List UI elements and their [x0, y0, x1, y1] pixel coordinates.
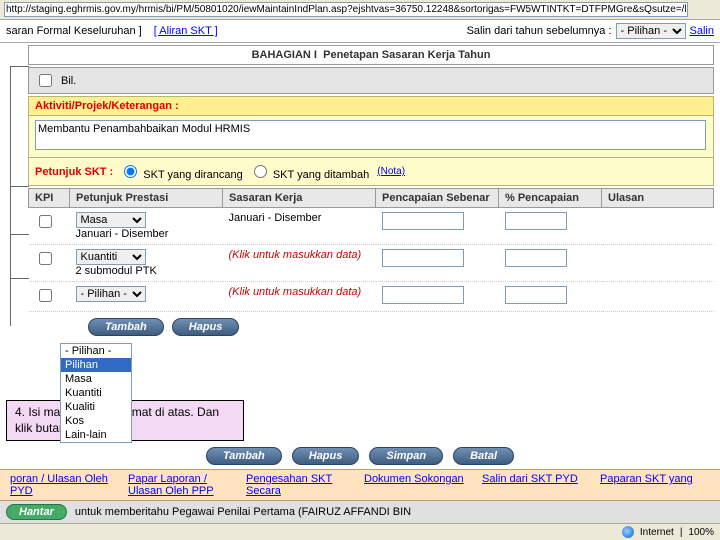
radio-dirancang-label: SKT yang dirancang — [143, 169, 242, 181]
radio-ditambah-label: SKT yang ditambah — [273, 169, 369, 181]
bottom-button-row: Tambah Hapus Simpan Batal — [0, 443, 720, 469]
table-row: - Pilihan - (Klik untuk masukkan data) — [29, 282, 714, 312]
activity-box: Aktiviti/Projek/Keterangan : Membantu Pe… — [28, 96, 714, 186]
nota-link[interactable]: (Nota) — [377, 166, 405, 177]
link-row: poran / Ulasan Oleh PYD Papar Laporan / … — [0, 469, 720, 501]
row1-kpi-select[interactable]: Masa — [76, 212, 146, 228]
row2-pencapaian-input[interactable] — [382, 249, 464, 267]
link-pengesahan[interactable]: Pengesahan SKT Secara — [246, 473, 332, 497]
row2-kpi-select[interactable]: Kuantiti — [76, 249, 146, 265]
activity-header: Aktiviti/Projek/Keterangan : — [29, 97, 713, 116]
tambah-button[interactable]: Tambah — [88, 318, 164, 336]
dd-opt[interactable]: - Pilihan - — [61, 344, 131, 358]
status-bar: Internet | 100% — [0, 523, 720, 540]
globe-icon — [622, 526, 634, 538]
col-sasaran: Sasaran Kerja — [223, 189, 376, 208]
row1-sasaran: Januari - Disember — [223, 208, 376, 245]
row3-hint[interactable]: (Klik untuk masukkan data) — [229, 286, 362, 298]
hantar-button[interactable]: Hantar — [6, 504, 67, 520]
link-ulasan-pyd[interactable]: poran / Ulasan Oleh PYD — [10, 473, 108, 497]
hapus-button[interactable]: Hapus — [172, 318, 240, 336]
tree-connector — [10, 66, 29, 326]
salin-link[interactable]: Salin — [690, 25, 714, 37]
row2-sub: 2 submodul PTK — [76, 265, 157, 277]
dd-opt[interactable]: Kos — [61, 414, 131, 428]
year-select[interactable]: - Pilihan - — [616, 23, 686, 39]
main-content: Bil. Aktiviti/Projek/Keterangan : Memban… — [0, 67, 720, 336]
row1-sub: Januari - Disember — [76, 228, 169, 240]
row2-checkbox[interactable] — [39, 252, 52, 265]
hapus-button-2[interactable]: Hapus — [292, 447, 360, 465]
link-salin-pyd[interactable]: Salin dari SKT PYD — [482, 473, 578, 485]
bil-label: Bil. — [61, 75, 76, 87]
status-zoom: 100% — [688, 527, 714, 538]
row1-pencapaian-input[interactable] — [382, 212, 464, 230]
address-bar — [0, 0, 720, 20]
radio-ditambah[interactable] — [254, 165, 267, 178]
kpi-dropdown-open[interactable]: - Pilihan - Pilihan Masa Kuantiti Kualit… — [60, 343, 132, 443]
url-input[interactable] — [4, 2, 688, 17]
radio-dirancang[interactable] — [124, 165, 137, 178]
simpan-button[interactable]: Simpan — [369, 447, 443, 465]
copy-year-label: Salin dari tahun sebelumnya : — [467, 25, 612, 37]
row3-kpi-select[interactable]: - Pilihan - — [76, 286, 146, 302]
notify-msg: untuk memberitahu Pegawai Penilai Pertam… — [75, 506, 411, 518]
bil-row: Bil. — [28, 67, 714, 94]
row2-peratus-input[interactable] — [505, 249, 567, 267]
batal-button[interactable]: Batal — [453, 447, 514, 465]
aliran-skt-link[interactable]: [ Aliran SKT ] — [154, 25, 218, 37]
section-part: BAHAGIAN I — [252, 49, 317, 61]
dd-opt[interactable]: Kuantiti — [61, 386, 131, 400]
link-dokumen[interactable]: Dokumen Sokongan — [364, 473, 464, 485]
inner-button-row: Tambah Hapus — [88, 318, 714, 336]
dd-opt-selected[interactable]: Pilihan — [61, 358, 131, 372]
status-internet: Internet — [640, 527, 674, 538]
table-row: Kuantiti 2 submodul PTK (Klik untuk masu… — [29, 245, 714, 282]
link-ulasan-ppp[interactable]: Papar Laporan / Ulasan Oleh PPP — [128, 473, 214, 497]
row1-peratus-input[interactable] — [505, 212, 567, 230]
col-pencapaian: Pencapaian Sebenar — [376, 189, 499, 208]
dd-opt[interactable]: Lain-lain — [61, 428, 131, 442]
col-kpi: KPI — [29, 189, 70, 208]
petunjuk-label: Petunjuk SKT : — [35, 166, 113, 178]
row2-hint[interactable]: (Klik untuk masukkan data) — [229, 249, 362, 261]
dd-opt[interactable]: Kualiti — [61, 400, 131, 414]
row3-peratus-input[interactable] — [505, 286, 567, 304]
kpi-table: KPI Petunjuk Prestasi Sasaran Kerja Penc… — [28, 188, 714, 312]
tambah-button-2[interactable]: Tambah — [206, 447, 282, 465]
bil-checkbox[interactable] — [39, 74, 52, 87]
col-ulasan: Ulasan — [602, 189, 714, 208]
table-row: Masa Januari - Disember Januari - Disemb… — [29, 208, 714, 245]
row3-pencapaian-input[interactable] — [382, 286, 464, 304]
row3-checkbox[interactable] — [39, 289, 52, 302]
activity-textarea[interactable]: Membantu Penambahbaikan Modul HRMIS — [35, 120, 706, 150]
top-toolbar: saran Formal Keseluruhan ] [ Aliran SKT … — [0, 20, 720, 43]
section-header: BAHAGIAN I Penetapan Sasaran Kerja Tahun — [28, 45, 714, 65]
bottom-section: Tambah Hapus Simpan Batal poran / Ulasan… — [0, 443, 720, 540]
col-petunjuk: Petunjuk Prestasi — [70, 189, 223, 208]
link-paparan-skt[interactable]: Paparan SKT yang — [600, 473, 693, 485]
notify-bar: Hantar untuk memberitahu Pegawai Penilai… — [0, 501, 720, 523]
dd-opt[interactable]: Masa — [61, 372, 131, 386]
section-title: Penetapan Sasaran Kerja Tahun — [323, 49, 490, 61]
col-peratus: % Pencapaian — [499, 189, 602, 208]
topbar-text: saran Formal Keseluruhan ] — [6, 25, 142, 37]
row1-checkbox[interactable] — [39, 215, 52, 228]
